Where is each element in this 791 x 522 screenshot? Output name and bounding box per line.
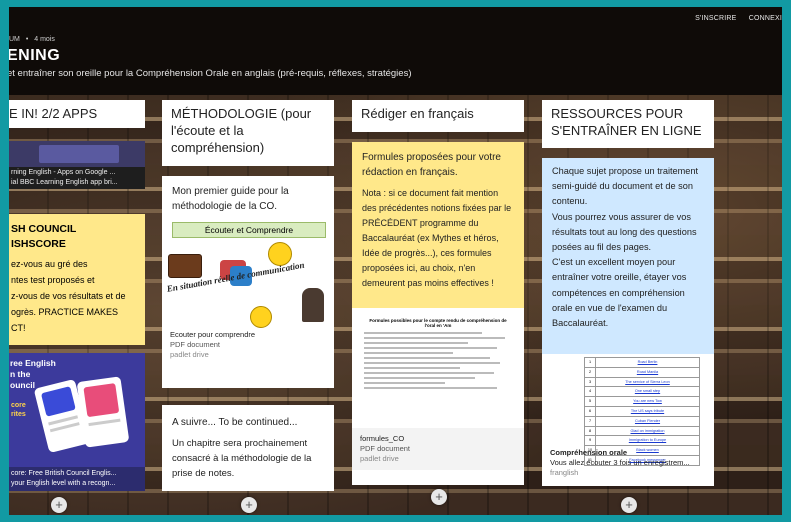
post-note: Formules proposées pour votre rédaction … bbox=[352, 142, 524, 308]
table-row: 6 The US says tribute bbox=[584, 405, 700, 417]
megaphone-smiley-icon bbox=[250, 306, 272, 328]
link-preview: rning English - Apps on Google ... ial B… bbox=[9, 167, 145, 189]
exercise-link[interactable]: Road Berlin bbox=[595, 357, 700, 368]
guide-banner: Écouter et Comprendre bbox=[172, 222, 326, 238]
board-meta: UM • 4 mois bbox=[9, 36, 55, 43]
post-body: Chaque sujet propose un traitement semi-… bbox=[552, 166, 699, 329]
post-body: Mon premier guide pour la méthodologie d… bbox=[172, 186, 289, 212]
add-post-button[interactable]: + bbox=[621, 497, 637, 513]
exercise-link[interactable]: You are new Tow bbox=[595, 396, 700, 407]
post-note: Chaque sujet propose un traitement semi-… bbox=[542, 158, 714, 354]
exercise-link[interactable]: The service of Sierra Leon bbox=[595, 376, 700, 388]
add-post-button[interactable]: + bbox=[241, 497, 257, 513]
column-title[interactable]: MÉTHODOLOGIE (pour l'écoute et la compré… bbox=[162, 100, 334, 166]
attachment-type: PDF document bbox=[170, 340, 221, 349]
table-row: 7 Cuban Flender bbox=[584, 415, 700, 427]
table-row: 2 Road Manila bbox=[584, 366, 700, 378]
board-subtitle: et entraîner son oreille pour la Compréh… bbox=[9, 68, 412, 79]
guide-illustration: En situation réelle de communication bbox=[162, 238, 334, 330]
app-thumbnail bbox=[9, 141, 145, 167]
attachment-type: PDF document bbox=[360, 444, 411, 453]
link-preview: core: Free British Council Englis... you… bbox=[9, 467, 145, 491]
author-name[interactable]: UM bbox=[9, 36, 20, 43]
attachment-source: padlet drive bbox=[360, 454, 399, 463]
add-post-button[interactable]: + bbox=[431, 489, 447, 505]
attachment-info: formules_CO PDF document padlet drive bbox=[352, 428, 524, 470]
phone-mockup-icon bbox=[76, 376, 130, 448]
exercise-link[interactable]: Glad on immigration bbox=[595, 425, 700, 437]
top-nav: S'INSCRIRE CONNEXI bbox=[685, 15, 782, 22]
column-methodologie: MÉTHODOLOGIE (pour l'écoute et la compré… bbox=[162, 100, 334, 166]
post-britishscore-app[interactable]: ree English n the ouncil core rites core… bbox=[9, 353, 145, 491]
column-title[interactable]: Rédiger en français bbox=[352, 100, 524, 132]
speaker-person-icon bbox=[302, 288, 324, 322]
post-body: ez-vous au gré des ntes test proposés et… bbox=[11, 259, 126, 333]
post-body: Un chapitre sera prochainement consacré … bbox=[172, 438, 312, 479]
attachment-info: Ecouter pour comprendre PDF document pad… bbox=[162, 330, 334, 360]
exercise-link[interactable]: Cuban Flender bbox=[595, 415, 700, 427]
exercise-link[interactable]: The US says tribute bbox=[595, 405, 700, 417]
attachment-desc: Vous allez écouter 3 fois un enregistrem… bbox=[550, 458, 690, 467]
exercise-link[interactable]: One small step bbox=[595, 386, 700, 398]
attachment-info: Compréhension orale Vous allez écouter 3… bbox=[542, 444, 714, 478]
attachment-title[interactable]: Compréhension orale bbox=[550, 448, 706, 458]
board-title: ENING bbox=[9, 47, 61, 64]
signup-link[interactable]: S'INSCRIRE bbox=[695, 15, 736, 22]
column-apps: E IN! 2/2 APPS bbox=[9, 100, 145, 128]
padlet-board: S'INSCRIRE CONNEXI UM • 4 mois ENING et … bbox=[9, 7, 782, 515]
attachment-title[interactable]: Ecouter pour comprendre bbox=[170, 330, 326, 340]
attachment-source: franglish bbox=[550, 468, 579, 477]
exercise-link[interactable]: Road Manila bbox=[595, 366, 700, 378]
post-heading: A suivre... To be continued... bbox=[172, 417, 298, 428]
promo-badge: core rites bbox=[11, 402, 26, 418]
board-header: S'INSCRIRE CONNEXI UM • 4 mois ENING et … bbox=[9, 7, 782, 95]
add-post-button[interactable]: + bbox=[51, 497, 67, 513]
post-to-be-continued[interactable]: A suivre... To be continued... Un chapit… bbox=[162, 405, 334, 491]
document-preview: Formules possibles pour le compte rendu … bbox=[352, 308, 524, 428]
dot-separator: • bbox=[25, 36, 29, 43]
table-row: 3 The service of Sierra Leon bbox=[584, 376, 700, 388]
board-age: 4 mois bbox=[34, 36, 55, 43]
column-ressources: RESSOURCES POUR S'ENTRAÎNER EN LIGNE bbox=[542, 100, 714, 148]
attachment-source: padlet drive bbox=[170, 350, 209, 359]
table-row: 5 You are new Tow bbox=[584, 396, 700, 407]
table-row: 4 One small step bbox=[584, 386, 700, 398]
table-row: 1 Road Berlin bbox=[584, 357, 700, 368]
post-guide-co[interactable]: Mon premier guide pour la méthodologie d… bbox=[162, 176, 334, 388]
post-bbc-app[interactable]: rning English - Apps on Google ... ial B… bbox=[9, 141, 145, 201]
column-title[interactable]: RESSOURCES POUR S'ENTRAÎNER EN LIGNE bbox=[542, 100, 714, 148]
post-ressources[interactable]: Chaque sujet propose un traitement semi-… bbox=[542, 158, 714, 486]
radio-icon bbox=[168, 254, 202, 278]
login-link[interactable]: CONNEXI bbox=[749, 15, 782, 22]
post-heading: Formules proposées pour votre rédaction … bbox=[362, 152, 501, 178]
table-row: 8 Glad on immigration bbox=[584, 425, 700, 437]
column-title[interactable]: E IN! 2/2 APPS bbox=[9, 100, 145, 128]
column-rediger: Rédiger en français bbox=[352, 100, 524, 132]
attachment-title[interactable]: formules_CO bbox=[360, 434, 516, 444]
exercise-list: 1 Road Berlin 2 Road Manila 3 The service of … bbox=[542, 354, 714, 466]
post-heading: SH COUNCIL ISHSCORE bbox=[11, 223, 77, 250]
post-british-council[interactable]: SH COUNCIL ISHSCORE ez-vous au gré des n… bbox=[9, 214, 145, 345]
post-formules[interactable]: Formules proposées pour votre rédaction … bbox=[352, 142, 524, 485]
post-body: Nota : si ce document fait mention des p… bbox=[362, 188, 512, 288]
